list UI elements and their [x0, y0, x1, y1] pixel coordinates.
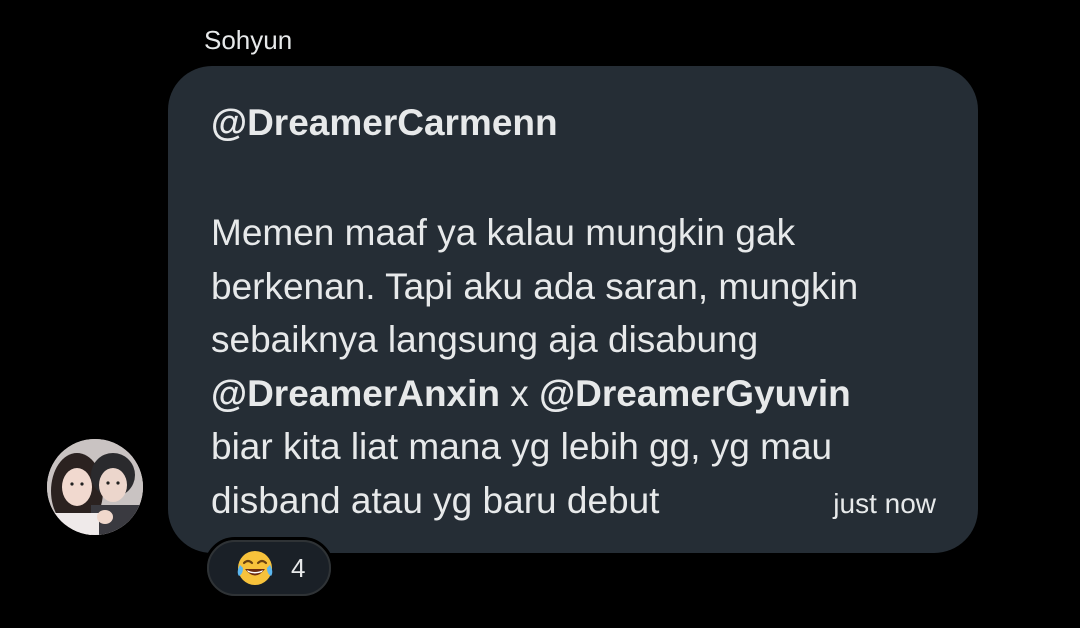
message-line: sebaiknya langsung aja disabung	[211, 319, 759, 360]
message-bubble[interactable]: @DreamerCarmenn Memen maaf ya kalau mung…	[168, 66, 978, 553]
avatar-photo-icon	[47, 439, 143, 535]
mentioned-username[interactable]: @DreamerCarmenn	[211, 101, 558, 145]
mention-link-anxin[interactable]: @DreamerAnxin	[211, 373, 500, 414]
message-line-mentions: @DreamerAnxin x @DreamerGyuvin	[211, 367, 931, 421]
sender-avatar[interactable]	[47, 439, 143, 535]
reaction-badge[interactable]: 4	[204, 537, 334, 599]
mention-link-gyuvin[interactable]: @DreamerGyuvin	[539, 373, 851, 414]
message-text: Memen maaf ya kalau mungkin gak berkenan…	[211, 206, 931, 527]
face-with-tears-of-joy-icon	[235, 548, 275, 588]
message-line: biar kita liat mana yg lebih gg, yg mau	[211, 426, 833, 467]
mention-separator: x	[500, 372, 540, 414]
sender-name: Sohyun	[204, 25, 293, 55]
message-line: disband atau yg baru debut	[211, 479, 660, 521]
message-line: berkenan. Tapi aku ada saran, mungkin	[211, 265, 859, 307]
message-line: Memen maaf ya kalau mungkin gak	[211, 212, 796, 253]
reaction-count: 4	[291, 552, 306, 583]
message-timestamp: just now	[833, 488, 936, 519]
